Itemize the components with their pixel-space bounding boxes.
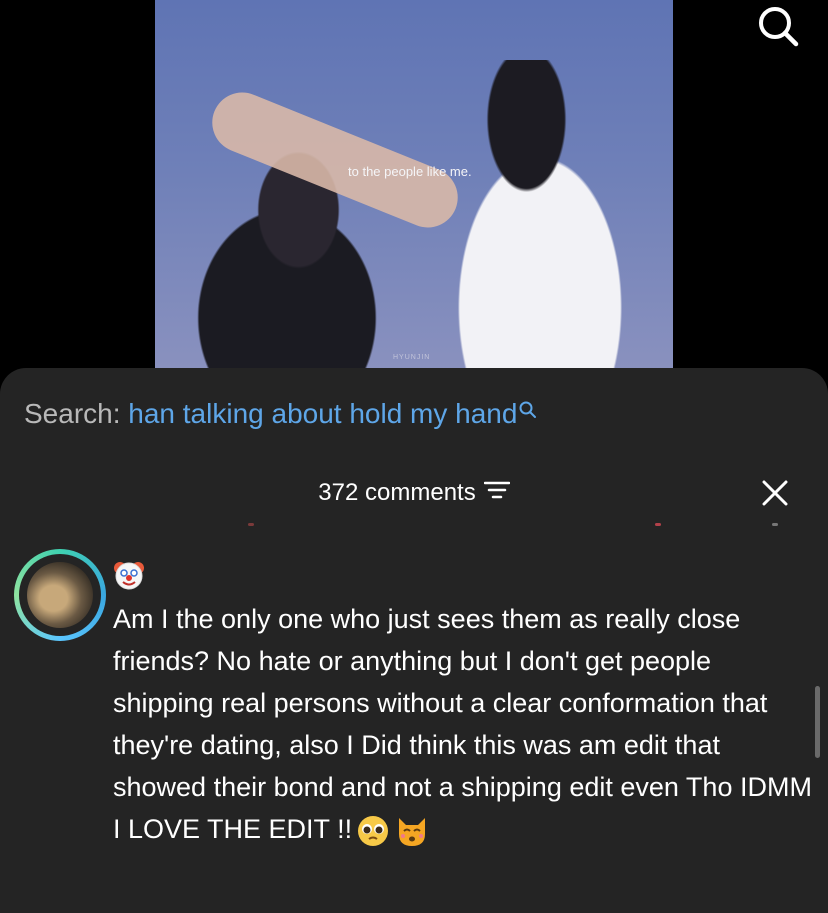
video-caption: to the people like me.	[348, 164, 472, 179]
video-frame[interactable]: to the people like me. HYUNJIN	[155, 0, 673, 380]
video-player[interactable]: to the people like me. HYUNJIN	[0, 0, 828, 380]
scrollbar[interactable]	[815, 686, 820, 758]
comment-text-body: Am I the only one who just sees them as …	[113, 604, 812, 844]
filter-button[interactable]	[483, 479, 510, 507]
clown-face-emoji	[114, 562, 144, 590]
comment-text: Am I the only one who just sees them as …	[113, 598, 813, 850]
search-icon	[519, 401, 537, 418]
pleading-face-emoji	[358, 815, 389, 846]
avatar-border	[19, 554, 101, 636]
avatar-photo	[27, 562, 93, 628]
close-button[interactable]	[760, 478, 790, 508]
search-button[interactable]	[756, 4, 800, 48]
decor-dot	[772, 523, 778, 526]
search-suggestion[interactable]: Search: han talking about hold my hand	[24, 398, 538, 430]
comments-count: 372 comments	[318, 478, 476, 506]
search-suggestion-query[interactable]: han talking about hold my hand	[128, 398, 517, 429]
search-icon	[759, 7, 799, 47]
comments-header: 372 comments	[0, 478, 828, 507]
search-suggestion-label: Search:	[24, 398, 121, 429]
avatar[interactable]	[14, 549, 106, 641]
filter-icon	[483, 481, 510, 498]
video-watermark: HYUNJIN	[393, 354, 431, 361]
decor-dot	[248, 523, 254, 526]
decor-dot	[655, 523, 661, 526]
kissing-cat-emoji	[399, 817, 426, 846]
close-icon	[762, 480, 788, 506]
comments-sheet: Search: han talking about hold my hand 3…	[0, 368, 828, 913]
